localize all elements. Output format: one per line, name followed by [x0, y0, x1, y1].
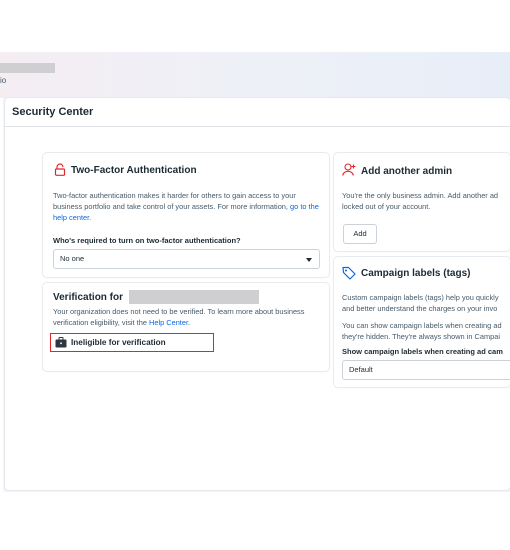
- add-admin-description: You're the only business admin. Add anot…: [342, 191, 499, 211]
- tag-icon: [342, 266, 356, 280]
- campaign-labels-question: Show campaign labels when creating ad ca…: [342, 347, 503, 356]
- two-factor-description-text: Two-factor authentication makes it harde…: [53, 191, 296, 211]
- two-factor-description: Two-factor authentication makes it harde…: [53, 190, 323, 223]
- redacted-business-name-verification: [129, 290, 259, 304]
- two-factor-title: Two-Factor Authentication: [71, 165, 197, 176]
- verification-title: Verification for: [53, 292, 124, 303]
- verification-description-period: .: [188, 318, 191, 327]
- add-person-icon: [342, 163, 356, 176]
- campaign-labels-select-value: Default: [349, 365, 373, 374]
- top-gradient-bar: [0, 52, 510, 98]
- add-admin-title: Add another admin: [361, 166, 453, 177]
- campaign-labels-select[interactable]: Default: [342, 360, 510, 380]
- add-admin-button[interactable]: Add: [343, 224, 377, 244]
- page-title: Security Center: [12, 106, 94, 118]
- two-factor-question: Who's required to turn on two-factor aut…: [53, 236, 241, 245]
- lock-icon: [54, 163, 66, 176]
- briefcase-icon: [55, 337, 67, 348]
- redacted-business-name: [0, 63, 55, 73]
- verification-help-center-link[interactable]: Help Center: [149, 318, 188, 327]
- chevron-down-icon: [306, 258, 312, 262]
- title-fragment: io: [0, 76, 7, 85]
- campaign-labels-description-2: You can show campaign labels when creati…: [342, 321, 502, 341]
- two-factor-requirement-select[interactable]: No one: [53, 249, 320, 269]
- two-factor-select-value: No one: [60, 254, 85, 263]
- campaign-labels-title: Campaign labels (tags): [361, 268, 471, 279]
- ineligible-status-label: Ineligible for verification: [71, 338, 166, 347]
- campaign-labels-description-1: Custom campaign labels (tags) help you q…: [342, 293, 499, 313]
- verification-description: Your organization does not need to be ve…: [53, 306, 315, 328]
- header-divider: [5, 126, 510, 127]
- two-factor-description-period: .: [89, 213, 92, 222]
